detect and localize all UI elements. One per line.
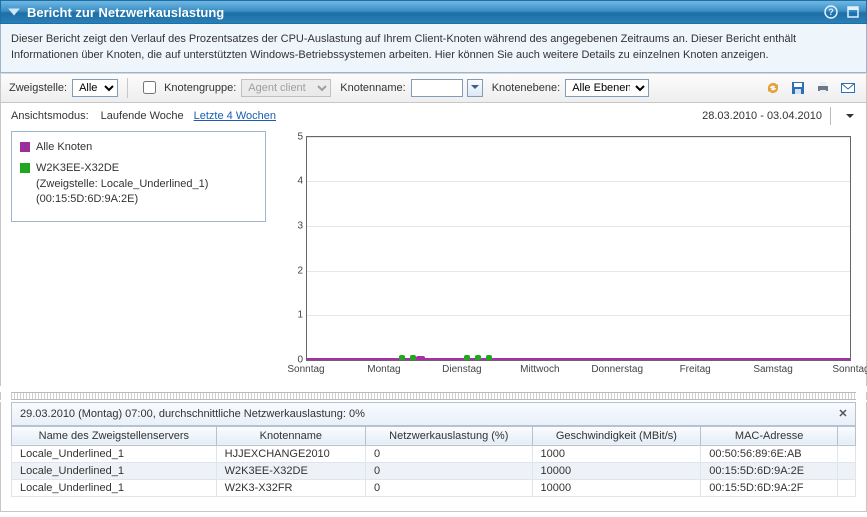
email-icon[interactable] (838, 78, 858, 98)
ytick: 3 (297, 221, 303, 232)
ytick: 2 (297, 265, 303, 276)
xtick: Montag (367, 364, 400, 375)
cell-server: Locale_Underlined_1 (12, 462, 217, 479)
svg-text:?: ? (828, 7, 834, 17)
viewmode-label: Ansichtsmodus: (11, 110, 89, 122)
col-mac[interactable]: MAC-Adresse (701, 426, 838, 445)
detail-status-bar: 29.03.2010 (Montag) 07:00, durchschnittl… (11, 402, 856, 426)
chart-plot-area: 5 4 3 2 1 0 (306, 136, 851, 361)
xtick: Donnerstag (591, 364, 643, 375)
nodename-input[interactable] (411, 79, 463, 97)
table-header-row: Name des Zweigstellenservers Knotenname … (12, 426, 856, 445)
title-bar: Bericht zur Netzwerkauslastung ? (0, 0, 867, 24)
help-icon[interactable]: ? (824, 5, 838, 19)
legend-all-nodes: Alle Knoten (36, 140, 92, 155)
table-row[interactable]: Locale_Underlined_1 HJJEXCHANGE2010 0 10… (12, 445, 856, 462)
cell-node: HJJEXCHANGE2010 (216, 445, 365, 462)
nodegroup-checkbox[interactable] (143, 81, 156, 94)
date-range: 28.03.2010 - 03.04.2010 (702, 110, 822, 122)
cell-mac: 00:15:5D:6D:9A:2F (701, 479, 838, 496)
legend-node-detail2: (00:15:5D:6D:9A:2E) (36, 192, 208, 207)
col-speed[interactable]: Geschwindigkeit (MBit/s) (532, 426, 701, 445)
branch-label: Zweigstelle: (9, 82, 67, 94)
col-node[interactable]: Knotenname (216, 426, 365, 445)
save-icon[interactable] (788, 78, 808, 98)
chart-xaxis: Sonntag Montag Dienstag Mittwoch Donners… (306, 364, 851, 382)
cell-speed: 10000 (532, 462, 701, 479)
filter-toolbar: Zweigstelle: Alle Knotengruppe: Agent cl… (0, 73, 867, 103)
table-row[interactable]: Locale_Underlined_1 W2K3-X32FR 0 10000 0… (12, 479, 856, 496)
print-icon[interactable] (813, 78, 833, 98)
legend-swatch-all (20, 142, 30, 152)
splitter-handle[interactable] (11, 392, 856, 400)
chevron-down-icon[interactable] (7, 5, 21, 19)
cell-server: Locale_Underlined_1 (12, 445, 217, 462)
legend-swatch-node (20, 163, 30, 173)
ytick: 4 (297, 176, 303, 187)
date-dropdown-icon[interactable] (844, 110, 856, 122)
cell-util: 0 (365, 445, 532, 462)
branch-select[interactable]: Alle (72, 79, 118, 97)
refresh-icon[interactable] (763, 78, 783, 98)
cell-util: 0 (365, 462, 532, 479)
xtick: Mittwoch (520, 364, 559, 375)
maximize-icon[interactable] (846, 5, 860, 19)
cell-util: 0 (365, 479, 532, 496)
nodegroup-select: Agent client (241, 79, 331, 97)
table-row[interactable]: Locale_Underlined_1 W2K3EE-X32DE 0 10000… (12, 462, 856, 479)
report-description: Dieser Bericht zeigt den Verlauf des Pro… (0, 24, 867, 73)
cell-speed: 1000 (532, 445, 701, 462)
cell-node: W2K3-X32FR (216, 479, 365, 496)
cell-mac: 00:50:56:89:6E:AB (701, 445, 838, 462)
viewmode-link-last4[interactable]: Letzte 4 Wochen (194, 110, 276, 122)
detail-table: Name des Zweigstellenservers Knotenname … (11, 426, 856, 497)
chart-legend: Alle Knoten W2K3EE-X32DE (Zweigstelle: L… (11, 131, 266, 223)
legend-node-name: W2K3EE-X32DE (36, 161, 208, 176)
close-icon[interactable]: ✕ (835, 406, 851, 422)
nodelevel-label: Knotenebene: (492, 82, 561, 94)
xtick: Dienstag (442, 364, 481, 375)
viewmode-current: Laufende Woche (101, 110, 184, 122)
xtick: Samstag (753, 364, 792, 375)
xtick: Freitag (680, 364, 711, 375)
window-title: Bericht zur Netzwerkauslastung (27, 5, 224, 20)
xtick: Sonntag (832, 364, 867, 375)
chart: Netzwerkauslastung (%) 5 4 3 2 1 0 Sonnt… (276, 131, 856, 386)
legend-node-detail1: (Zweigstelle: Locale_Underlined_1) (36, 177, 208, 192)
nodegroup-label: Knotengruppe: (164, 82, 236, 94)
ytick: 1 (297, 310, 303, 321)
nodename-dropdown-icon[interactable] (467, 79, 483, 97)
cell-server: Locale_Underlined_1 (12, 479, 217, 496)
cell-speed: 10000 (532, 479, 701, 496)
cell-mac: 00:15:5D:6D:9A:2E (701, 462, 838, 479)
detail-status-text: 29.03.2010 (Montag) 07:00, durchschnittl… (20, 408, 365, 420)
xtick: Sonntag (287, 364, 324, 375)
col-spacer (838, 426, 856, 445)
col-util[interactable]: Netzwerkauslastung (%) (365, 426, 532, 445)
nodename-label: Knotenname: (340, 82, 405, 94)
ytick: 5 (297, 131, 303, 142)
view-mode-row: Ansichtsmodus: Laufende Woche Letzte 4 W… (0, 103, 867, 129)
cell-node: W2K3EE-X32DE (216, 462, 365, 479)
col-server[interactable]: Name des Zweigstellenservers (12, 426, 217, 445)
nodelevel-select[interactable]: Alle Ebenen (565, 79, 649, 97)
